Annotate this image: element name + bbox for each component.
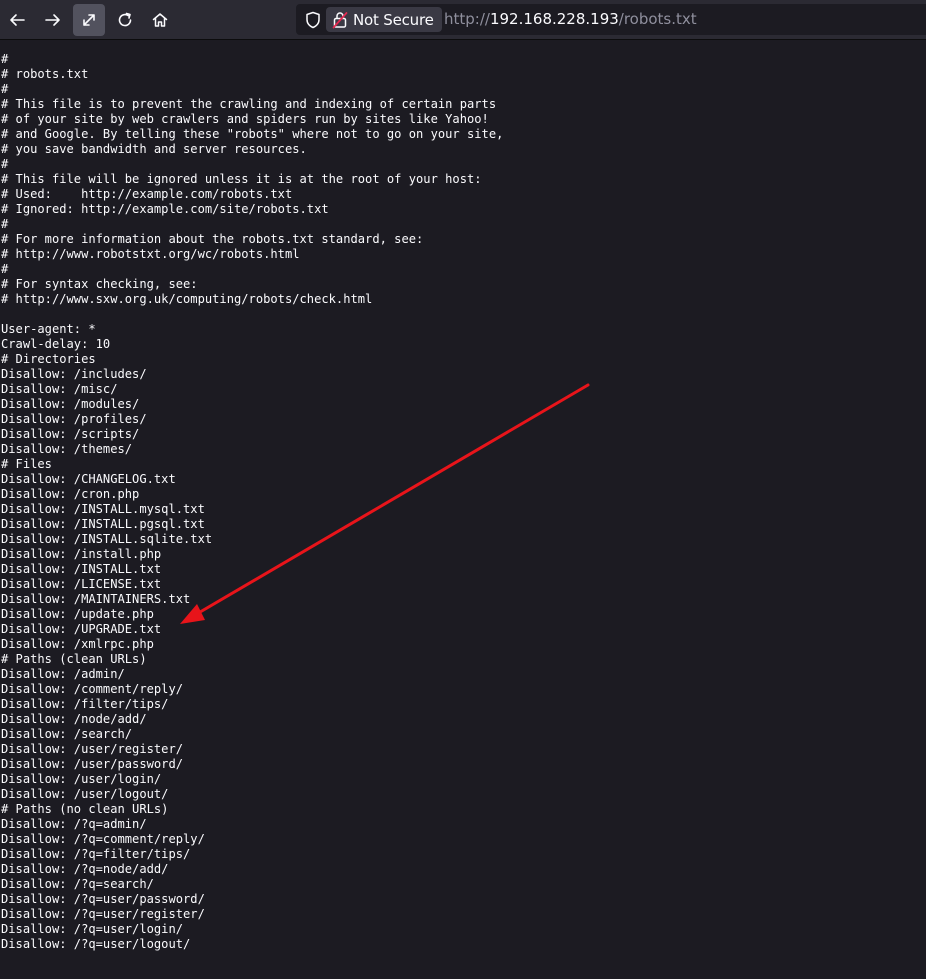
text-line: Disallow: /themes/ bbox=[1, 442, 133, 456]
insecure-lock-icon bbox=[332, 11, 348, 28]
reload-button[interactable] bbox=[109, 4, 141, 36]
text-line: # bbox=[1, 82, 9, 96]
text-line: Disallow: /INSTALL.pgsql.txt bbox=[1, 517, 205, 531]
text-line: Disallow: /node/add/ bbox=[1, 712, 147, 726]
url-bar[interactable]: Not Secure http://192.168.228.193/robots… bbox=[296, 4, 926, 35]
text-line: # you save bandwidth and server resource… bbox=[1, 142, 307, 156]
site-security-button[interactable]: Not Secure bbox=[326, 7, 442, 32]
text-line: Disallow: /user/logout/ bbox=[1, 787, 169, 801]
text-line: Disallow: /INSTALL.txt bbox=[1, 562, 162, 576]
text-line: # robots.txt bbox=[1, 67, 89, 81]
reload-icon bbox=[118, 12, 132, 27]
text-line bbox=[1, 307, 503, 322]
text-line: # bbox=[1, 52, 9, 66]
browser-toolbar: Not Secure http://192.168.228.193/robots… bbox=[0, 0, 926, 40]
text-line: User-agent: * bbox=[1, 322, 96, 336]
text-line: Disallow: /?q=user/logout/ bbox=[1, 937, 191, 951]
url-text[interactable]: http://192.168.228.193/robots.txt bbox=[444, 10, 697, 28]
back-button[interactable] bbox=[1, 4, 33, 36]
text-line: # For more information about the robots.… bbox=[1, 232, 424, 246]
text-line: Disallow: /profiles/ bbox=[1, 412, 147, 426]
text-line: # http://www.sxw.org.uk/computing/robots… bbox=[1, 292, 373, 306]
text-line: Disallow: /misc/ bbox=[1, 382, 118, 396]
text-line: Disallow: /?q=user/register/ bbox=[1, 907, 205, 921]
text-line: # of your site by web crawlers and spide… bbox=[1, 112, 489, 126]
text-line: Disallow: /search/ bbox=[1, 727, 133, 741]
forward-button[interactable] bbox=[37, 4, 69, 36]
text-line: Disallow: /INSTALL.sqlite.txt bbox=[1, 532, 213, 546]
url-host: 192.168.228.193 bbox=[489, 10, 619, 28]
text-line: Disallow: /includes/ bbox=[1, 367, 147, 381]
text-line: Disallow: /?q=comment/reply/ bbox=[1, 832, 205, 846]
not-secure-label: Not Secure bbox=[353, 10, 434, 29]
text-line: # Paths (clean URLs) bbox=[1, 652, 147, 666]
text-line: # Files bbox=[1, 457, 52, 471]
text-line: Disallow: /MAINTAINERS.txt bbox=[1, 592, 191, 606]
text-line: Disallow: /xmlrpc.php bbox=[1, 637, 154, 651]
text-line: Disallow: /modules/ bbox=[1, 397, 140, 411]
text-line: # Paths (no clean URLs) bbox=[1, 802, 169, 816]
text-line: Disallow: /?q=user/login/ bbox=[1, 922, 184, 936]
text-line: # bbox=[1, 157, 9, 171]
text-line: Disallow: /CHANGELOG.txt bbox=[1, 472, 176, 486]
text-line: Disallow: /INSTALL.mysql.txt bbox=[1, 502, 205, 516]
text-line: Crawl-delay: 10 bbox=[1, 337, 111, 351]
text-line: # and Google. By telling these "robots" … bbox=[1, 127, 504, 141]
text-line: Disallow: /user/password/ bbox=[1, 757, 184, 771]
fullscreen-button[interactable] bbox=[73, 4, 105, 36]
text-line: # Used: http://example.com/robots.txt bbox=[1, 187, 293, 201]
home-icon bbox=[152, 13, 168, 27]
url-scheme: http:// bbox=[444, 10, 490, 28]
text-line: Disallow: /admin/ bbox=[1, 667, 125, 681]
shield-icon bbox=[306, 11, 320, 29]
expand-diagonal-icon bbox=[83, 14, 95, 26]
text-line: Disallow: /?q=node/add/ bbox=[1, 862, 169, 876]
text-line: Disallow: /update.php bbox=[1, 607, 154, 621]
text-line: # For syntax checking, see: bbox=[1, 277, 198, 291]
tracking-protection-button[interactable] bbox=[304, 11, 322, 29]
text-line: Disallow: /install.php bbox=[1, 547, 162, 561]
arrow-right-icon bbox=[45, 14, 60, 26]
text-line: # This file will be ignored unless it is… bbox=[1, 172, 482, 186]
text-line: # bbox=[1, 262, 9, 276]
arrow-left-icon bbox=[10, 14, 25, 26]
home-button[interactable] bbox=[144, 4, 176, 36]
robots-txt-content: # # robots.txt # # This file is to prevent … bbox=[1, 52, 503, 952]
text-line: Disallow: /filter/tips/ bbox=[1, 697, 169, 711]
text-line: # Ignored: http://example.com/site/robot… bbox=[1, 202, 329, 216]
text-line: Disallow: /?q=filter/tips/ bbox=[1, 847, 191, 861]
text-line: Disallow: /?q=search/ bbox=[1, 877, 154, 891]
text-line: Disallow: /?q=admin/ bbox=[1, 817, 147, 831]
text-line: Disallow: /?q=user/password/ bbox=[1, 892, 205, 906]
text-line: Disallow: /user/login/ bbox=[1, 772, 162, 786]
text-line: # This file is to prevent the crawling a… bbox=[1, 97, 497, 111]
text-line: Disallow: /UPGRADE.txt bbox=[1, 622, 162, 636]
text-line: # bbox=[1, 217, 9, 231]
url-path: /robots.txt bbox=[618, 10, 697, 28]
text-line: # Directories bbox=[1, 352, 96, 366]
text-line: Disallow: /comment/reply/ bbox=[1, 682, 184, 696]
text-line: Disallow: /scripts/ bbox=[1, 427, 140, 441]
text-line: Disallow: /cron.php bbox=[1, 487, 140, 501]
text-line: # http://www.robotstxt.org/wc/robots.htm… bbox=[1, 247, 300, 261]
text-line: Disallow: /user/register/ bbox=[1, 742, 184, 756]
text-line: Disallow: /LICENSE.txt bbox=[1, 577, 162, 591]
